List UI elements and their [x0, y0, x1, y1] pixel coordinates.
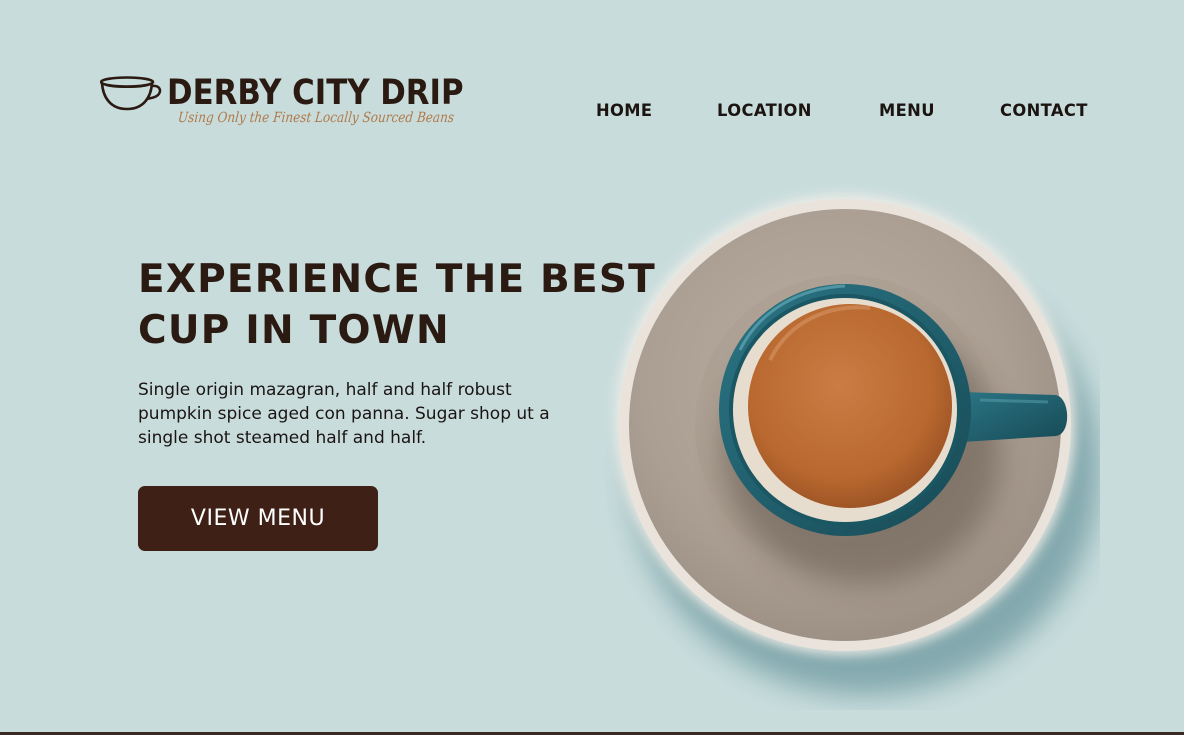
main-nav: HOME LOCATION MENU CONTACT	[0, 99, 1184, 123]
nav-item-location[interactable]: LOCATION	[717, 99, 812, 123]
coffee-cup-image	[615, 195, 1100, 695]
hero-description: Single origin mazagran, half and half ro…	[138, 380, 550, 448]
hero-title-line-2: CUP IN TOWN	[138, 308, 450, 353]
hero-title-line-1: EXPERIENCE THE BEST	[138, 257, 656, 302]
nav-item-menu[interactable]: MENU	[879, 99, 935, 123]
nav-item-home[interactable]: HOME	[596, 99, 652, 123]
view-menu-button[interactable]: VIEW MENU	[138, 486, 378, 551]
nav-item-contact[interactable]: CONTACT	[1000, 99, 1088, 123]
hero-title: EXPERIENCE THE BEST CUP IN TOWN	[138, 254, 656, 356]
